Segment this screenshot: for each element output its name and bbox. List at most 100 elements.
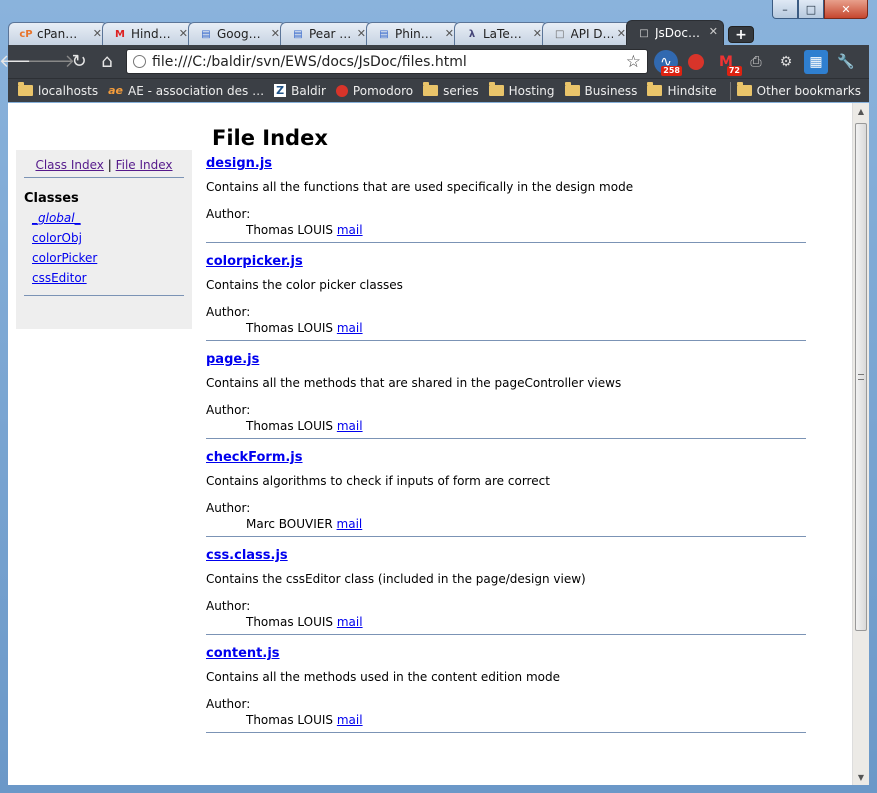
page-viewport[interactable]: Class Index | File Index Classes _global… [8,103,869,785]
tab-phing[interactable]: ▤ Phin… ✕ [366,22,460,45]
close-tab-icon[interactable]: ✕ [93,27,102,40]
bookmark-business[interactable]: Business [564,82,637,98]
file-link[interactable]: design.js [206,156,272,171]
wrench-icon[interactable]: 🔧 [834,50,858,74]
tomato-icon [335,84,348,97]
rss-extension-icon[interactable]: ∿ 258 [654,49,682,76]
close-tab-icon[interactable]: ✕ [445,27,454,40]
file-description: Contains the cssEditor class (included i… [206,572,586,586]
file-description: Contains all the methods that are shared… [206,376,622,390]
tab-pear[interactable]: ▤ Pear … ✕ [280,22,372,45]
class-link-colorobj[interactable]: colorObj [32,231,82,245]
bookmark-hindsite[interactable]: Hindsite [647,82,717,98]
bookmark-baldir[interactable]: Z Baldir [274,84,326,98]
tab-label: Hind… [131,27,171,41]
vertical-scrollbar[interactable]: ▲ ▼ [852,103,869,785]
reload-icon: ↻ [71,51,87,72]
author-label: Author: [206,697,251,711]
document-icon: ▤ [201,28,211,40]
class-link-csseditor[interactable]: cssEditor [32,271,87,285]
file-link[interactable]: colorpicker.js [206,254,303,269]
class-link-global[interactable]: _global_ [32,211,81,225]
author-line: Thomas LOUIS mail [246,713,806,727]
mail-link[interactable]: mail [337,615,363,629]
tab-hindsite[interactable]: M Hind… ✕ [102,22,194,45]
mail-link[interactable]: mail [337,321,363,335]
page-info-icon[interactable] [133,55,146,68]
home-button[interactable]: ⌂ [94,49,120,75]
mail-link[interactable]: mail [337,223,363,237]
tab-google[interactable]: ▤ Goog… ✕ [188,22,286,45]
folder-icon [488,82,504,96]
close-tab-icon[interactable]: ✕ [533,27,542,40]
class-list: _global_ colorObj colorPicker cssEditor [32,211,192,285]
nav-separator: | [107,158,112,172]
scroll-thumb[interactable] [855,123,867,631]
author-line: Thomas LOUIS mail [246,615,806,629]
gear-extension-icon[interactable]: ⚙ [774,50,798,74]
close-tab-icon[interactable]: ✕ [271,27,280,40]
print-extension-icon[interactable]: ⎙ [744,50,768,74]
file-description: Contains the color picker classes [206,278,403,292]
reload-button[interactable]: ↻ [66,49,92,75]
forward-button[interactable]: 🡒 [27,49,75,75]
author-label: Author: [206,305,251,319]
bookmark-star-icon[interactable]: ☆ [626,52,641,72]
tab-cpanel[interactable]: cP cPan… ✕ [8,22,108,45]
address-bar[interactable]: ☆ [126,49,648,74]
class-link-colorpicker[interactable]: colorPicker [32,251,97,265]
close-tab-icon[interactable]: ✕ [357,27,366,40]
gmail-badge: 72 [726,65,742,76]
class-index-link[interactable]: Class Index [35,158,103,172]
author-name: Thomas LOUIS [246,321,334,335]
folder-icon [647,82,663,96]
scroll-down-arrow-icon[interactable]: ▼ [853,769,869,785]
tab-api[interactable]: □ API D… ✕ [542,22,632,45]
close-tab-icon[interactable]: ✕ [709,25,718,38]
tab-label: Phin… [395,27,433,41]
close-tab-icon[interactable]: ✕ [179,27,188,40]
close-tab-icon[interactable]: ✕ [617,27,626,40]
file-link[interactable]: content.js [206,646,280,661]
window-extension-icon[interactable]: ▦ [804,49,828,74]
close-window-button[interactable]: ✕ [824,0,868,19]
file-entry: page.js Contains all the methods that ar… [206,341,806,439]
scroll-up-arrow-icon[interactable]: ▲ [853,103,869,119]
bookmark-series[interactable]: series [423,82,479,98]
document-icon: ▤ [379,28,389,40]
mail-link[interactable]: mail [337,517,363,531]
url-input[interactable] [152,53,626,70]
window-controls: – □ ✕ [772,0,868,19]
toolbar: 🡐 🡒 ↻ ⌂ ☆ ∿258 M72 ⎙ ⚙ ▦ 🔧 [0,45,869,78]
mail-link[interactable]: mail [337,419,363,433]
file-index-link[interactable]: File Index [116,158,173,172]
gmail-extension-icon[interactable]: M 72 [714,50,742,76]
tab-latex[interactable]: λ LaTe… ✕ [454,22,548,45]
list-item: cssEditor [32,271,192,285]
mail-link[interactable]: mail [337,713,363,727]
tab-strip: cP cPan… ✕ M Hind… ✕ ▤ Goog… ✕ ▤ Pear … … [8,20,869,45]
other-bookmarks[interactable]: Other bookmarks [736,82,861,98]
tab-jsdoc[interactable]: □ JsDoc… ✕ [626,20,724,45]
folder-icon [736,82,752,96]
file-entry: content.js Contains all the methods used… [206,635,806,733]
maximize-button[interactable]: □ [798,0,824,19]
bookmark-ae[interactable]: ae AE - association des … [108,84,264,98]
file-link[interactable]: checkForm.js [206,450,303,465]
file-link[interactable]: css.class.js [206,548,288,563]
minimize-button[interactable]: – [772,0,798,19]
bookmark-localhosts[interactable]: localhosts [18,82,98,98]
new-tab-button[interactable]: + [728,26,754,43]
bookmark-pomodoro[interactable]: Pomodoro [335,84,413,98]
file-entry: design.js Contains all the functions tha… [206,150,806,243]
list-item: colorObj [32,231,192,245]
bookmark-label: series [443,83,479,98]
file-link[interactable]: page.js [206,352,259,367]
tomato-extension-icon[interactable] [684,50,708,74]
tab-label: Goog… [217,27,261,41]
author-line: Thomas LOUIS mail [246,321,806,335]
bookmark-hosting[interactable]: Hosting [488,82,555,98]
divider [206,732,806,733]
author-line: Thomas LOUIS mail [246,419,806,433]
author-name: Thomas LOUIS [246,615,334,629]
